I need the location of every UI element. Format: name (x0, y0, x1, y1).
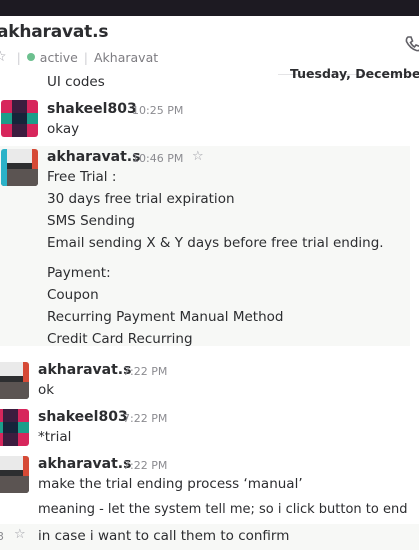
message-timestamp[interactable]: 7:22 PM (123, 365, 167, 378)
presence-dot-icon (26, 53, 35, 61)
avatar[interactable] (0, 362, 29, 399)
message-text: Payment: (47, 265, 111, 281)
avatar[interactable] (1, 100, 38, 137)
channel-subline: ☆ | active | Akharavat (0, 49, 158, 65)
divider: | (16, 49, 21, 65)
star-message-icon[interactable]: ☆ (192, 149, 204, 164)
star-message-icon[interactable]: ☆ (14, 527, 26, 542)
message-author[interactable]: akharavat.s (47, 149, 140, 165)
message-text: SMS Sending (47, 213, 135, 229)
message-author[interactable]: shakeel803 (47, 101, 137, 117)
message-text: Coupon (47, 287, 99, 303)
window-top-bar (0, 0, 419, 16)
date-divider: Tuesday, Decembe (290, 66, 419, 81)
avatar[interactable] (0, 456, 29, 493)
reply-count: 3 (0, 530, 4, 543)
divider: | (83, 49, 88, 65)
message-author[interactable]: shakeel803 (38, 409, 128, 425)
message-text: Email sending X & Y days before free tri… (47, 235, 384, 251)
star-icon[interactable]: ☆ (0, 49, 7, 65)
message-text: in case i want to call them to confirm (38, 528, 290, 544)
message-timestamp[interactable]: 7:22 PM (123, 459, 167, 472)
message-timestamp[interactable]: 7:22 PM (123, 412, 167, 425)
message-text: *trial (38, 429, 72, 445)
message-text: ok (38, 382, 55, 398)
message-text: meaning - let the system tell me; so i c… (38, 502, 408, 517)
message-text: 30 days free trial expiration (47, 191, 235, 207)
message-text: Recurring Payment Manual Method (47, 309, 284, 325)
channel-title[interactable]: akharavat.s (0, 22, 108, 42)
message-text: UI codes (47, 74, 105, 90)
message-text: Credit Card Recurring (47, 331, 193, 347)
username: Akharavat (94, 49, 159, 65)
message-text: okay (47, 121, 80, 137)
message-text: Free Trial : (47, 169, 117, 185)
phone-icon[interactable] (403, 34, 419, 54)
avatar[interactable] (1, 149, 38, 186)
presence-status: active (39, 49, 78, 65)
message-timestamp[interactable]: 10:46 PM (132, 152, 183, 165)
message-author[interactable]: akharavat.s (38, 362, 131, 378)
message-author[interactable]: akharavat.s (38, 456, 131, 472)
message-text: make the trial ending process ‘manual’ (38, 476, 303, 492)
message-timestamp[interactable]: 10:25 PM (132, 104, 183, 117)
avatar[interactable] (0, 409, 29, 446)
